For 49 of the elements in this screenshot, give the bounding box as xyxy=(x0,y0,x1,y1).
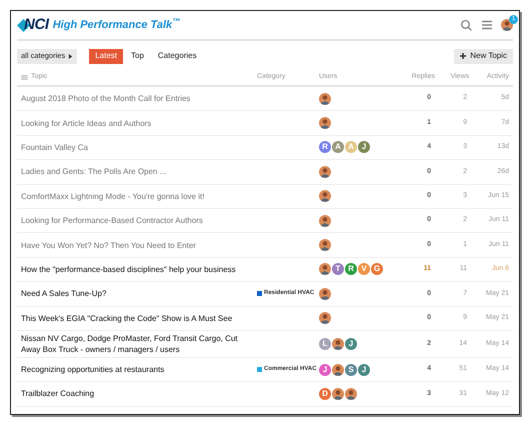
user-avatar-icon[interactable] xyxy=(319,92,331,105)
user-avatar-icon[interactable] xyxy=(319,117,331,130)
topic-title[interactable]: Nissan NV Cargo, Dodge ProMaster, Ford Transit Cargo, Cut Away Box Truck - owners / managers / users xyxy=(17,332,257,355)
user-avatar[interactable]: A xyxy=(332,141,344,154)
user-avatar[interactable]: R xyxy=(345,263,357,276)
topic-title[interactable]: Trailblazer Coaching xyxy=(17,388,257,400)
user-avatar-icon[interactable] xyxy=(319,288,331,300)
topic-title[interactable]: ComfortMaxx Lightning Mode - You're gonna love it! xyxy=(17,190,257,202)
search-icon[interactable] xyxy=(460,18,473,32)
user-avatar[interactable]: D xyxy=(319,388,331,400)
user-avatar-icon[interactable] xyxy=(345,388,357,400)
nav-tab[interactable]: Top xyxy=(125,48,150,64)
topic-title[interactable]: Fountain Valley Ca xyxy=(17,142,257,153)
topic-title[interactable]: Ladies and Gents: The Polls Are Open ... xyxy=(17,166,257,178)
topic-title[interactable]: This Week's EGIA "Cracking the Code" Show is A Must See xyxy=(17,312,257,324)
user-avatar-icon[interactable] xyxy=(319,214,331,227)
user-avatar-icon[interactable] xyxy=(319,312,331,324)
menu-icon[interactable] xyxy=(481,19,493,31)
user-avatar[interactable]: V xyxy=(358,263,370,276)
caret-icon xyxy=(68,54,74,58)
user-avatar-icon[interactable] xyxy=(319,263,331,276)
topic-title[interactable]: August 2018 Photo of the Month Call for Entries xyxy=(17,93,257,104)
user-avatar[interactable]: G xyxy=(371,263,383,276)
user-avatar-icon[interactable] xyxy=(319,190,331,202)
user-avatar-icon[interactable] xyxy=(332,338,344,350)
new-topic-button[interactable]: New Topic xyxy=(454,48,513,64)
nav-tab[interactable]: Categories xyxy=(152,48,203,64)
user-avatar-icon[interactable] xyxy=(332,388,344,400)
user-avatar[interactable]: R xyxy=(319,141,331,154)
user-avatar[interactable]: J xyxy=(345,338,357,350)
user-avatar[interactable]: T xyxy=(332,263,344,276)
topic-title[interactable]: Looking for Performance-Based Contractor Authors xyxy=(17,215,257,226)
user-avatar-icon[interactable] xyxy=(332,364,344,376)
user-avatar[interactable]: J xyxy=(319,364,331,376)
topic-title[interactable]: Looking for Article Ideas and Authors xyxy=(17,118,257,129)
user-avatar-icon[interactable] xyxy=(319,239,331,252)
list-icon xyxy=(21,75,28,80)
topic-title[interactable]: Have You Won Yet? No? Then You Need to Enter xyxy=(17,240,257,251)
user-avatar[interactable]: J xyxy=(358,141,370,154)
user-avatar[interactable]: L xyxy=(319,338,331,350)
topic-title[interactable]: Need A Sales Tune-Up? xyxy=(17,288,257,300)
user-avatar[interactable]: S xyxy=(345,364,357,376)
user-avatar-icon[interactable] xyxy=(319,166,331,178)
site-title[interactable]: High Performance Talk$^{™}$ xyxy=(52,16,180,34)
topic-title[interactable]: Recognizing opportunities at restaurants xyxy=(17,364,257,376)
plus-icon xyxy=(460,53,466,59)
topic-title[interactable]: How the "performance-based disciplines" help your business xyxy=(17,264,257,275)
nav-tab[interactable]: Latest xyxy=(89,48,123,64)
user-avatar[interactable]: J xyxy=(358,364,370,376)
